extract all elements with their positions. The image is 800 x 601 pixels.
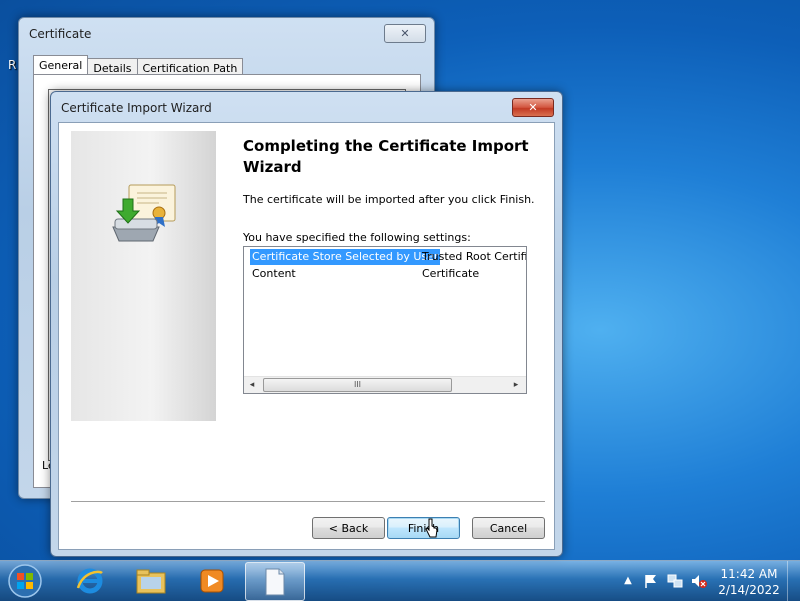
list-item[interactable]: Content Certificate: [250, 266, 526, 282]
document-icon: [265, 568, 285, 595]
action-center-flag-icon[interactable]: [643, 573, 659, 589]
settings-list[interactable]: Certificate Store Selected by User Trust…: [243, 246, 527, 394]
taskbar-internet-explorer[interactable]: [61, 562, 119, 599]
wizard-body: Completing the Certificate Import Wizard…: [58, 122, 555, 550]
system-clock[interactable]: 11:42 AM 2/14/2022: [717, 566, 781, 598]
certificate-import-icon: [112, 184, 176, 242]
wizard-side-banner: [71, 131, 216, 421]
taskbar-notepad[interactable]: [245, 562, 305, 601]
close-icon: ✕: [400, 27, 410, 40]
button-divider: [71, 501, 545, 503]
folder-icon: [136, 569, 166, 593]
scrollbar-thumb[interactable]: III: [263, 378, 452, 392]
wizard-close-button[interactable]: ✕: [512, 98, 554, 117]
show-hidden-icons-icon[interactable]: ▲: [620, 573, 636, 589]
wizard-title: Certificate Import Wizard: [61, 101, 212, 115]
setting-name: Content: [252, 267, 296, 280]
start-button[interactable]: [7, 563, 43, 599]
network-icon[interactable]: [667, 573, 683, 589]
internet-explorer-icon: [76, 568, 103, 593]
horizontal-scrollbar[interactable]: ◂ III ▸: [244, 376, 526, 393]
setting-value: Trusted Root Certifica: [422, 250, 526, 263]
clock-date: 2/14/2022: [718, 583, 780, 597]
finish-button[interactable]: Finish: [387, 517, 460, 539]
wizard-heading: Completing the Certificate Import Wizard: [243, 137, 529, 176]
certificate-close-button[interactable]: ✕: [384, 24, 426, 43]
close-icon: ✕: [528, 101, 538, 114]
clock-time: 11:42 AM: [720, 567, 778, 581]
scroll-left-arrow-icon[interactable]: ◂: [244, 377, 260, 393]
taskbar-windows-explorer[interactable]: [122, 562, 180, 599]
back-button[interactable]: < Back: [312, 517, 385, 539]
wizard-description: The certificate will be imported after y…: [243, 193, 535, 206]
import-wizard-window: Certificate Import Wizard ✕ Completing t…: [50, 91, 563, 557]
scroll-right-arrow-icon[interactable]: ▸: [508, 377, 524, 393]
setting-name: Certificate Store Selected by User: [250, 249, 441, 265]
show-desktop-button[interactable]: [787, 561, 800, 601]
taskbar-media-player[interactable]: [183, 562, 241, 599]
certificate-window-title: Certificate: [29, 27, 92, 41]
setting-value: Certificate: [422, 267, 480, 280]
list-item[interactable]: Certificate Store Selected by User Trust…: [250, 249, 526, 265]
volume-muted-icon[interactable]: [691, 573, 707, 589]
cancel-button[interactable]: Cancel: [472, 517, 545, 539]
media-player-icon: [200, 569, 224, 592]
desktop-icon-label[interactable]: R: [8, 58, 16, 72]
mouse-pointer-icon: [425, 518, 438, 538]
settings-label: You have specified the following setting…: [243, 231, 471, 244]
taskbar: ▲ 11:42 AM 2/14/2022: [0, 560, 800, 601]
